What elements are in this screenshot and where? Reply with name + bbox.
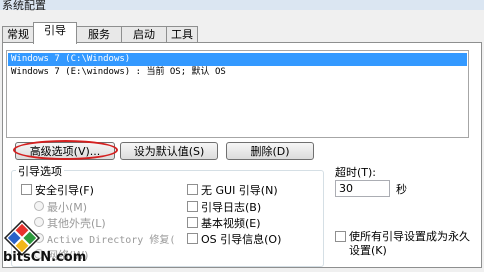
tab-general[interactable]: 常规 [2,26,34,43]
tab-label: 常规 [7,28,29,41]
boot-options-title: 引导选项 [16,163,64,179]
boot-log-label: 引导日志(B) [201,201,262,214]
make-permanent-checkbox[interactable] [335,231,346,242]
no-gui-checkbox[interactable] [187,184,198,195]
os-boot-info-label: OS 引导信息(O) [201,233,282,246]
tab-label: 引导 [44,24,66,37]
os-list[interactable]: Windows 7 (C:\Windows) Windows 7 (E:\win… [6,50,469,138]
timeout-input[interactable]: 30 [335,180,390,197]
safe-boot-checkbox[interactable] [21,184,32,195]
tab-services[interactable]: 服务 [76,26,122,43]
minimal-radio[interactable] [34,201,44,211]
delete-button[interactable]: 删除(D) [226,142,314,160]
no-gui-label: 无 GUI 引导(N) [201,184,278,197]
timeout-label: 超时(T): [335,166,377,179]
watermark-logo: bitsCN.com [0,218,120,269]
tab-tools[interactable]: 工具 [166,26,198,43]
tab-label: 启动 [133,28,155,41]
safe-boot-label: 安全引导(F) [35,184,94,197]
title-bar: 系统配置 [0,0,484,12]
tab-label: 服务 [88,28,110,41]
tab-label: 工具 [171,28,193,41]
os-list-item[interactable]: Windows 7 (E:\windows) : 当前 OS; 默认 OS [8,66,467,79]
minimal-label: 最小(M) [47,201,88,214]
boot-log-checkbox[interactable] [187,201,198,212]
base-video-label: 基本视频(E) [201,217,261,230]
watermark-text: bitsCN.com [3,250,87,265]
window-title: 系统配置 [2,0,46,12]
timeout-unit: 秒 [396,183,407,196]
tab-boot[interactable]: 引导 [33,22,77,44]
set-default-button[interactable]: 设为默认值(S) [120,142,218,160]
os-list-item[interactable]: Windows 7 (C:\Windows) [8,53,467,66]
highlight-oval [13,140,118,160]
os-boot-info-checkbox[interactable] [187,233,198,244]
tab-startup[interactable]: 启动 [121,26,167,43]
base-video-checkbox[interactable] [187,217,198,228]
make-permanent-label-2: 设置(K) [349,244,387,257]
